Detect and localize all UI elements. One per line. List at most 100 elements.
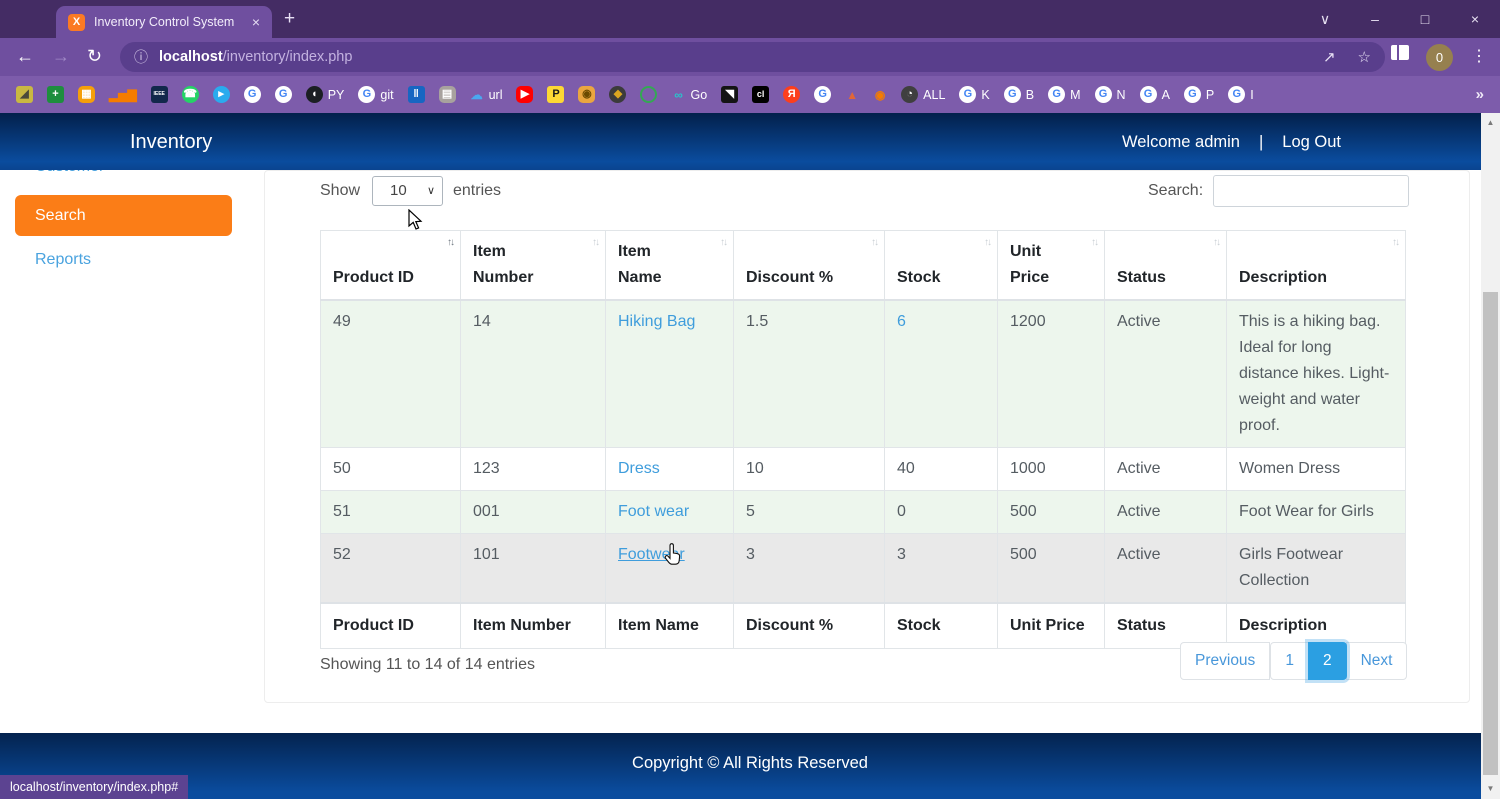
item-name-link[interactable]: Footwear: [618, 546, 685, 563]
tab-title: Inventory Control System: [94, 15, 243, 29]
cart-icon: ◆: [609, 86, 626, 103]
bookmark-cart[interactable]: ◆: [609, 86, 626, 103]
column-header-discount[interactable]: ↑↓Discount %: [734, 231, 885, 301]
scrollbar-thumb[interactable]: [1483, 292, 1498, 775]
bookmarks-bar: ◢+▦▂▅▇IEEE☎▸GG◖PYGgit‖▤☁url▶P◉◆∞Go◥clЯG▲…: [0, 76, 1500, 113]
bookmark-godaddy[interactable]: ∞Go: [671, 86, 707, 103]
bookmark-sheets[interactable]: +: [47, 86, 64, 103]
bookmark-globe-all[interactable]: ◔ALL: [901, 86, 945, 103]
bookmark-google-p[interactable]: GP: [1184, 86, 1214, 103]
bookmark-google-b[interactable]: GB: [1004, 86, 1034, 103]
minimize-button[interactable]: –: [1350, 11, 1400, 27]
github-icon: ◖: [306, 86, 323, 103]
bookmark-google-git[interactable]: Ggit: [358, 86, 393, 103]
page-button-2[interactable]: 2: [1308, 642, 1347, 680]
bookmark-ieee[interactable]: IEEE: [151, 86, 168, 103]
column-header-unit-price[interactable]: ↑↓Unit Price: [998, 231, 1105, 301]
status-bar-url: localhost/inventory/index.php#: [0, 775, 188, 799]
bookmark-p-app[interactable]: P: [547, 86, 564, 103]
column-header-item-name[interactable]: ↑↓Item Name: [606, 231, 734, 301]
next-page-button[interactable]: Next: [1346, 642, 1408, 680]
bookmark-github[interactable]: ◖PY: [306, 86, 345, 103]
bookmark-youtube[interactable]: ▶: [516, 86, 533, 103]
column-header-stock[interactable]: ↑↓Stock: [885, 231, 998, 301]
bookmark-case[interactable]: ▤: [439, 86, 456, 103]
bookmark-star-icon[interactable]: ☆: [1358, 48, 1371, 66]
movie-icon: ◉: [578, 86, 595, 103]
bookmark-label: url: [489, 88, 503, 102]
bookmark-google-3[interactable]: G: [814, 86, 831, 103]
sidebar-item-customer[interactable]: Customer: [35, 170, 104, 176]
tab-close-icon[interactable]: ×: [252, 14, 260, 30]
bookmark-ring[interactable]: [640, 86, 657, 103]
address-bar[interactable]: ⓘ localhost/inventory/index.php ↗ ☆: [120, 42, 1385, 72]
whatsapp-icon: ☎: [182, 86, 199, 103]
sort-icon: ↑↓: [720, 237, 726, 248]
logout-link[interactable]: Log Out: [1282, 133, 1341, 152]
entries-select[interactable]: 10 ∨: [372, 176, 443, 206]
eagle-icon: ◥: [721, 86, 738, 103]
column-header-product-id[interactable]: ↑↓Product ID: [321, 231, 461, 301]
cell-status: Active: [1105, 534, 1227, 604]
column-header-item-number[interactable]: ↑↓Item Number: [461, 231, 606, 301]
scroll-up-icon[interactable]: ▲: [1481, 115, 1500, 131]
bookmark-google-i[interactable]: GI: [1228, 86, 1253, 103]
bookmark-eye[interactable]: ◉: [873, 86, 887, 103]
bookmark-matlab[interactable]: ▲: [845, 86, 859, 103]
bookmark-film[interactable]: ‖: [408, 86, 425, 103]
column-header-description[interactable]: ↑↓Description: [1227, 231, 1406, 301]
bookmark-google-a[interactable]: GA: [1140, 86, 1170, 103]
bookmark-google-m[interactable]: GM: [1048, 86, 1080, 103]
reload-icon[interactable]: ↻: [87, 46, 102, 67]
profile-avatar[interactable]: 0: [1426, 44, 1453, 71]
side-panel-icon[interactable]: [1391, 45, 1409, 60]
bookmark-whatsapp[interactable]: ☎: [182, 86, 199, 103]
bookmark-eagle[interactable]: ◥: [721, 86, 738, 103]
bookmark-telegram[interactable]: ▸: [213, 86, 230, 103]
previous-page-button[interactable]: Previous: [1180, 642, 1270, 680]
new-tab-button[interactable]: +: [284, 8, 295, 30]
site-info-icon[interactable]: ⓘ: [134, 47, 148, 67]
google-a-icon: G: [1140, 86, 1157, 103]
back-icon[interactable]: ←: [16, 46, 34, 67]
google-1-icon: G: [244, 86, 261, 103]
bookmark-google-2[interactable]: G: [275, 86, 292, 103]
ads-icon: ◢: [16, 86, 33, 103]
table-search-input[interactable]: [1213, 175, 1409, 207]
bookmark-google-1[interactable]: G: [244, 86, 261, 103]
cell-description: This is a hiking bag. Ideal for long dis…: [1227, 300, 1406, 448]
close-button[interactable]: ×: [1450, 11, 1500, 27]
bookmark-cloud-url[interactable]: ☁url: [470, 86, 503, 103]
sort-icon: ↑↓: [984, 237, 990, 248]
cell-status: Active: [1105, 448, 1227, 491]
scrollbar[interactable]: ▲ ▼: [1481, 113, 1500, 799]
column-header-status[interactable]: ↑↓Status: [1105, 231, 1227, 301]
bookmark-cl-app[interactable]: cl: [752, 86, 769, 103]
cell-discount: 10: [734, 448, 885, 491]
scroll-down-icon[interactable]: ▼: [1481, 781, 1500, 797]
item-name-link[interactable]: Foot wear: [618, 503, 689, 520]
sidebar-item-search[interactable]: Search: [15, 195, 232, 236]
bookmark-ads[interactable]: ◢: [16, 86, 33, 103]
share-icon[interactable]: ↗: [1323, 48, 1336, 66]
sidebar-item-reports[interactable]: Reports: [35, 251, 91, 269]
forward-icon[interactable]: →: [52, 46, 70, 67]
bookmark-google-n[interactable]: GN: [1095, 86, 1126, 103]
chevron-down-icon: ∨: [427, 177, 435, 205]
item-name-link[interactable]: Dress: [618, 460, 660, 477]
page-button-1[interactable]: 1: [1270, 642, 1309, 680]
item-name-link[interactable]: Hiking Bag: [618, 313, 695, 330]
browser-menu-icon[interactable]: ⋮: [1471, 46, 1487, 66]
bookmark-analytics[interactable]: ▂▅▇: [109, 86, 137, 103]
browser-tab[interactable]: X Inventory Control System ×: [56, 6, 272, 38]
analytics-icon: ▂▅▇: [109, 86, 137, 103]
bookmark-google-k[interactable]: GK: [959, 86, 989, 103]
bookmark-orange-app[interactable]: ▦: [78, 86, 95, 103]
bookmark-movie[interactable]: ◉: [578, 86, 595, 103]
cell-item-name: Dress: [606, 448, 734, 491]
restore-button[interactable]: □: [1400, 11, 1450, 27]
google-git-icon: G: [358, 86, 375, 103]
tab-search-chevron-icon[interactable]: ∨: [1300, 11, 1350, 28]
bookmarks-overflow-chevron[interactable]: »: [1476, 86, 1484, 103]
bookmark-yandex[interactable]: Я: [783, 86, 800, 103]
